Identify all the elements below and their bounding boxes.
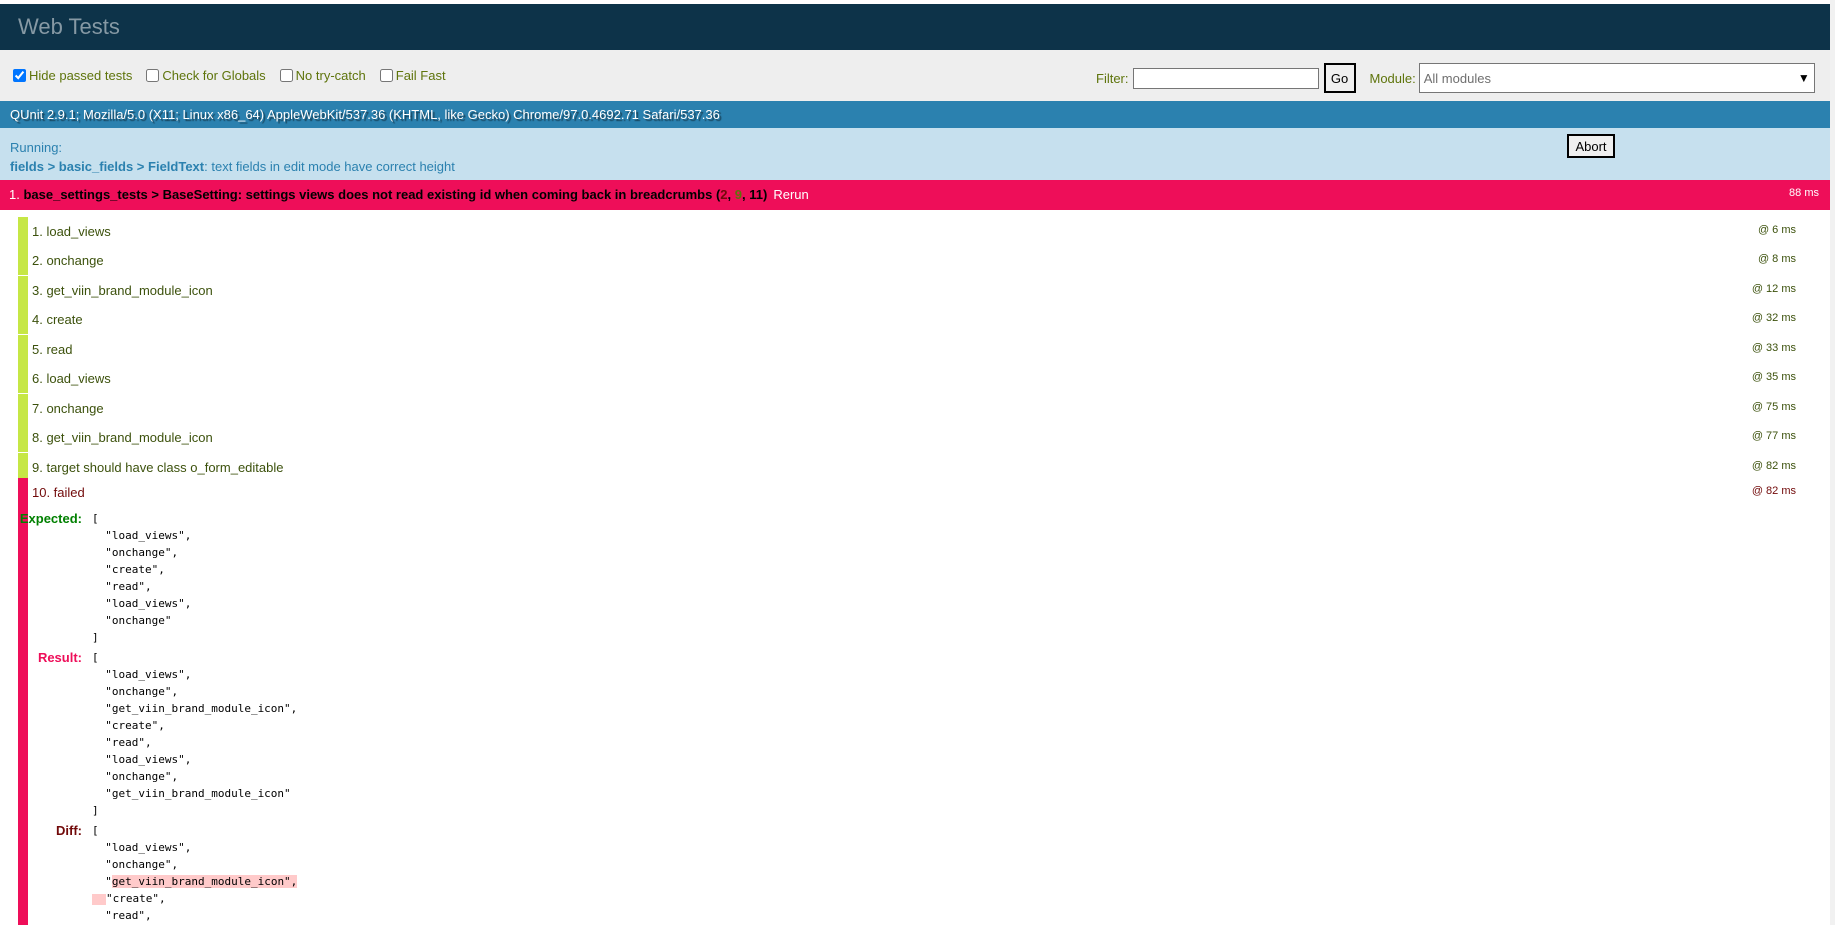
assertion-item: 5. read @ 33 ms	[18, 335, 1808, 364]
running-status: Running: fields > basic_fields > FieldTe…	[0, 128, 1830, 181]
module-label: Module:	[1369, 70, 1416, 86]
qunit-toolbar: Hide passed tests Check for Globals No t…	[0, 50, 1830, 101]
diff-line: "	[92, 875, 112, 888]
test-module: base_settings_tests > BaseSetting:	[23, 187, 243, 202]
page-scrollbar[interactable]	[1830, 0, 1835, 925]
option-check-globals[interactable]: Check for Globals	[133, 68, 266, 83]
assertion-time: @ 82 ms	[1751, 460, 1796, 472]
check-globals-checkbox[interactable]	[146, 69, 160, 82]
module-select-value: All modules	[1423, 70, 1491, 86]
result-value: [ "load_views", "onchange", "get_viin_br…	[92, 651, 298, 817]
user-agent-bar: QUnit 2.9.1; Mozilla/5.0 (X11; Linux x86…	[0, 101, 1830, 128]
assertion-time: @ 77 ms	[1751, 430, 1796, 442]
page-title: Web Tests	[18, 14, 120, 39]
assertion-time: @ 32 ms	[1751, 312, 1796, 324]
check-globals-label: Check for Globals	[162, 68, 266, 83]
running-module: fields > basic_fields > FieldText	[10, 159, 205, 174]
assertion-item: 7. onchange @ 75 ms	[18, 394, 1808, 423]
fail-fast-label: Fail Fast	[395, 68, 446, 83]
assertion-item: 8. get_viin_brand_module_icon @ 77 ms	[18, 423, 1808, 452]
assertion-label: 4. create	[32, 312, 83, 327]
total-count: 11	[749, 187, 763, 202]
failed-test-title: 1. base_settings_tests > BaseSetting: se…	[9, 187, 809, 202]
assertion-label: 9. target should have class o_form_edita…	[32, 460, 284, 475]
assertion-item: 2. onchange @ 8 ms	[18, 246, 1808, 275]
assertion-label: 1. load_views	[32, 224, 111, 239]
diff-line: [	[92, 824, 99, 837]
assertion-label: 7. onchange	[32, 401, 104, 416]
assertion-time: @ 33 ms	[1751, 342, 1796, 354]
assertion-time: @ 75 ms	[1751, 401, 1796, 413]
chevron-down-icon: ▼	[1797, 71, 1810, 85]
test-index: 1.	[9, 187, 20, 202]
failed-assertion-time: @ 82 ms	[1751, 485, 1796, 497]
test-name: settings views does not read existing id…	[245, 187, 713, 202]
diff-line: "load_views",	[92, 841, 192, 854]
assertion-item: 4. create @ 32 ms	[18, 305, 1808, 334]
assertion-label: 2. onchange	[32, 253, 104, 268]
running-test: fields > basic_fields > FieldText: text …	[10, 159, 455, 174]
option-no-try-catch[interactable]: No try-catch	[267, 68, 366, 83]
no-try-catch-label: No try-catch	[295, 68, 366, 83]
failed-assertion: 10. failed @ 82 ms Expected: [ "load_vie…	[18, 478, 1808, 925]
assertion-time: @ 8 ms	[1757, 253, 1796, 265]
diff-label: Diff:	[56, 823, 82, 838]
assertion-time: @ 35 ms	[1751, 371, 1796, 383]
user-agent-text: QUnit 2.9.1; Mozilla/5.0 (X11; Linux x86…	[10, 107, 720, 122]
failed-test-header[interactable]: 1. base_settings_tests > BaseSetting: se…	[0, 180, 1830, 210]
module-select[interactable]: All modules ▼	[1418, 63, 1815, 93]
result-label: Result:	[37, 650, 82, 665]
diff-value: [ "load_views", "onchange", "get_viin_br…	[92, 822, 298, 924]
filter-label: Filter:	[1096, 70, 1129, 86]
abort-button[interactable]: Abort	[1567, 134, 1615, 158]
assertion-item: 1. load_views @ 6 ms	[18, 217, 1808, 246]
diff-line: "create",	[106, 892, 166, 905]
no-try-catch-checkbox[interactable]	[279, 69, 293, 82]
assertion-list: 1. load_views @ 6 ms 2. onchange @ 8 ms …	[10, 210, 1818, 925]
filter-group: Filter: Go Module: All modules ▼	[1096, 63, 1815, 93]
hide-passed-label: Hide passed tests	[29, 68, 133, 83]
running-test-name: : text fields in edit mode have correct …	[204, 159, 455, 174]
running-label: Running:	[10, 140, 63, 155]
failed-assertion-label: 10. failed	[32, 485, 85, 500]
assertion-time: @ 12 ms	[1751, 283, 1796, 295]
expected-value: [ "load_views", "onchange", "create", "r…	[92, 512, 192, 644]
qunit-banner: Web Tests	[0, 4, 1830, 50]
assertion-label: 6. load_views	[32, 371, 111, 386]
rerun-link[interactable]: Rerun	[773, 187, 808, 202]
test-duration: 88 ms	[1789, 187, 1819, 199]
assertion-label: 3. get_viin_brand_module_icon	[32, 283, 213, 298]
fail-fast-checkbox[interactable]	[379, 69, 393, 82]
go-button[interactable]: Go	[1323, 63, 1356, 93]
qunit-page: Web Tests Hide passed tests Check for Gl…	[0, 0, 1830, 925]
option-hide-passed[interactable]: Hide passed tests	[0, 68, 132, 83]
diff-deleted: get_viin_brand_module_icon",	[111, 875, 298, 888]
assertion-item: 3. get_viin_brand_module_icon @ 12 ms	[18, 276, 1808, 305]
diff-line: "read",	[92, 909, 152, 922]
passed-count: 9	[734, 187, 742, 202]
filter-input[interactable]	[1132, 67, 1319, 89]
test-counts: (2, 9, 11)	[715, 187, 768, 202]
diff-line: "onchange",	[92, 858, 179, 871]
assertion-item: 6. load_views @ 35 ms	[18, 364, 1808, 393]
hide-passed-checkbox[interactable]	[13, 69, 26, 82]
expected-label: Expected:	[19, 511, 82, 526]
assertion-time: @ 6 ms	[1757, 224, 1796, 236]
option-fail-fast[interactable]: Fail Fast	[367, 68, 446, 83]
failed-count: 2	[720, 187, 728, 202]
assertion-label: 8. get_viin_brand_module_icon	[32, 430, 213, 445]
diff-inserted-marker	[92, 893, 106, 905]
assertion-label: 5. read	[32, 342, 73, 357]
